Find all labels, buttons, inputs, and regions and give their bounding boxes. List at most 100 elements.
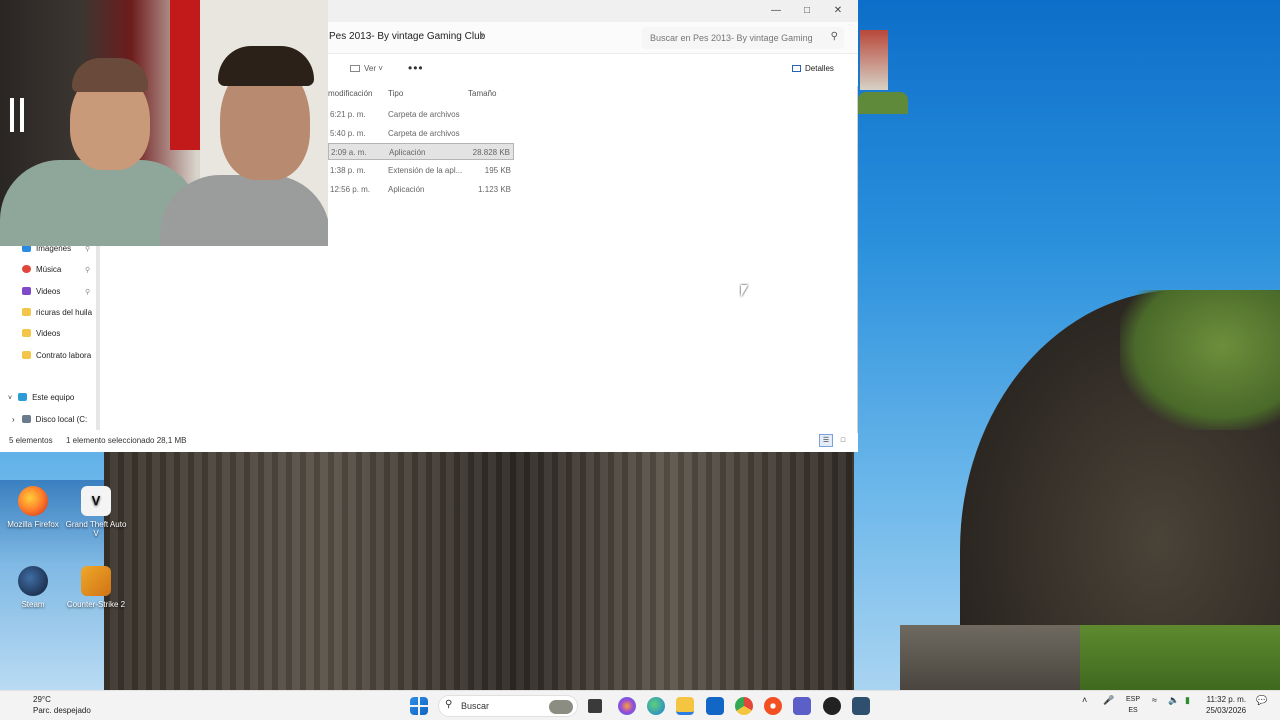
selection-info: 1 elemento seleccionado 28,1 MB xyxy=(66,436,187,445)
search-box[interactable]: ⚲ xyxy=(642,27,844,49)
wallpaper-vegetation xyxy=(1120,290,1280,430)
chevron-down-icon[interactable]: ˅ xyxy=(8,395,12,402)
sidebar-item-musica[interactable]: Música xyxy=(22,265,61,274)
desktop-icon-label: Mozilla Firefox xyxy=(7,520,59,529)
sidebar-item-ricuras-del-huila[interactable]: ricuras del huila xyxy=(22,308,92,317)
teams-icon[interactable] xyxy=(793,697,811,715)
chevron-right-icon[interactable]: › xyxy=(480,30,484,42)
obs-icon[interactable] xyxy=(823,697,841,715)
details-pane-button[interactable]: Detalles xyxy=(792,64,834,73)
webcam-overlay xyxy=(0,0,328,246)
tiles-view-button[interactable]: □ xyxy=(836,434,850,447)
pin-icon: ⚲ xyxy=(85,289,91,296)
file-size: 1.123 KB xyxy=(478,185,511,194)
chrome-icon[interactable] xyxy=(735,697,753,715)
terminal-icon[interactable] xyxy=(852,697,870,715)
file-type: Extensión de la apl... xyxy=(388,166,463,175)
folder-icon xyxy=(22,308,31,316)
recording-app-icon[interactable] xyxy=(764,697,782,715)
column-header-modified[interactable]: modificación xyxy=(328,89,372,98)
sidebar-item-videos[interactable]: Videos xyxy=(22,287,60,296)
task-view-icon[interactable] xyxy=(588,699,602,713)
microphone-icon[interactable]: 🎤 xyxy=(1103,695,1114,706)
start-button[interactable] xyxy=(410,697,428,715)
desktop-icon-firefox[interactable]: Mozilla Firefox xyxy=(0,486,66,529)
battery-icon[interactable]: ▮ xyxy=(1185,695,1190,706)
chevron-right-icon[interactable]: › xyxy=(12,415,15,424)
desktop-icon-label: Steam xyxy=(21,600,45,609)
file-row[interactable]: 12:56 p. m. Aplicación 1.123 KB xyxy=(328,181,514,198)
search-input[interactable] xyxy=(642,27,812,49)
taskbar-search-label: Buscar xyxy=(461,701,490,711)
sidebar-item-label: Videos xyxy=(36,287,61,296)
clock[interactable]: 11:32 p. m. 25/03/2026 xyxy=(1206,694,1246,716)
file-row[interactable]: 5:40 p. m. Carpeta de archivos xyxy=(328,125,514,142)
clock-time: 11:32 p. m. xyxy=(1206,695,1247,704)
file-row-selected[interactable]: 2:09 a. m. Aplicación 28.828 KB xyxy=(328,143,514,160)
file-date: 2:09 a. m. xyxy=(331,148,367,157)
notifications-icon[interactable]: 💬 xyxy=(1256,695,1267,706)
more-options-button[interactable]: ••• xyxy=(408,61,424,75)
tray-chevron-up-icon[interactable]: ˄ xyxy=(1082,695,1087,705)
search-icon: ⚲ xyxy=(445,699,453,710)
sidebar-item-contrato-labora[interactable]: Contrato labora xyxy=(22,351,91,360)
weather-widget[interactable]: 29°C Parc. despejado xyxy=(33,694,91,716)
copilot-icon[interactable] xyxy=(618,697,636,715)
drive-icon xyxy=(21,415,31,423)
desktop-icon-label: Counter-Strike 2 xyxy=(66,600,126,609)
file-type: Carpeta de archivos xyxy=(388,110,460,119)
details-icon xyxy=(792,65,801,72)
sidebar-item-label: ricuras del huila xyxy=(36,308,93,317)
search-highlight-icon xyxy=(549,700,573,714)
wifi-icon[interactable]: ≈ xyxy=(1152,695,1157,705)
maximize-button[interactable]: □ xyxy=(797,3,817,19)
desktop-icon-gta[interactable]: V Grand Theft Auto V xyxy=(63,486,129,538)
breadcrumb[interactable]: Pes 2013- By vintage Gaming Club xyxy=(329,31,485,42)
taskbar: 29°C Parc. despejado ⚲ Buscar ˄ 🎤 ESP ES… xyxy=(0,690,1280,720)
navigation-pane: Imágenes ⚲ Música ⚲ Videos ⚲ ricuras del… xyxy=(0,240,98,430)
wallpaper-tower xyxy=(860,30,888,90)
keyboard-layout: ES xyxy=(1128,707,1138,714)
search-icon: ⚲ xyxy=(830,31,838,42)
sidebar-item-label: Este equipo xyxy=(32,393,75,402)
gta-icon: V xyxy=(81,486,111,516)
volume-icon[interactable]: 🔈 xyxy=(1168,695,1179,706)
sidebar-item-label: Contrato labora xyxy=(36,351,92,360)
sidebar-item-este-equipo[interactable]: ˅ Este equipo xyxy=(8,393,74,402)
folder-icon xyxy=(22,351,31,359)
sidebar-item-label: Videos xyxy=(36,329,61,338)
column-header-size[interactable]: Tamaño xyxy=(468,89,496,98)
webcam-person-right-body xyxy=(160,175,328,246)
file-size: 195 KB xyxy=(484,166,511,175)
file-type: Aplicación xyxy=(388,185,425,194)
desktop-icon-counter-strike[interactable]: Counter-Strike 2 xyxy=(63,566,129,609)
edge-icon[interactable] xyxy=(647,697,665,715)
firefox-icon xyxy=(18,486,48,516)
outlook-icon[interactable] xyxy=(706,697,724,715)
computer-icon xyxy=(18,393,28,401)
sidebar-item-label: Música xyxy=(36,265,62,274)
taskbar-search[interactable]: ⚲ Buscar xyxy=(438,695,578,717)
view-menu-button[interactable]: Ver ˅ xyxy=(350,64,383,73)
clock-date: 25/03/2026 xyxy=(1206,706,1247,715)
column-header-type[interactable]: Tipo xyxy=(388,89,403,98)
file-date: 12:56 p. m. xyxy=(330,185,371,194)
item-count: 5 elementos xyxy=(9,436,53,445)
details-view-button[interactable]: ☰ xyxy=(819,434,833,447)
file-row[interactable]: 6:21 p. m. Carpeta de archivos xyxy=(328,106,514,123)
counter-strike-icon xyxy=(81,566,111,596)
file-explorer-icon[interactable] xyxy=(676,697,694,715)
sidebar-item-videos-folder[interactable]: Videos xyxy=(22,329,60,338)
sidebar-item-disco-local[interactable]: › Disco local (C: xyxy=(12,415,87,424)
file-row[interactable]: 1:38 p. m. Extensión de la apl... 195 KB xyxy=(328,162,514,179)
minimize-button[interactable]: — xyxy=(766,3,786,19)
sidebar-scrollbar[interactable] xyxy=(96,244,100,430)
view-icon xyxy=(350,65,360,72)
close-button[interactable]: ✕ xyxy=(828,3,848,19)
desktop-icon-steam[interactable]: Steam xyxy=(0,566,66,609)
music-icon xyxy=(22,265,31,273)
steam-icon xyxy=(18,566,48,596)
status-bar: 5 elementos 1 elemento seleccionado 28,1… xyxy=(0,433,858,452)
language-indicator[interactable]: ESP ES xyxy=(1126,694,1140,716)
weather-temperature: 29°C xyxy=(33,695,51,704)
